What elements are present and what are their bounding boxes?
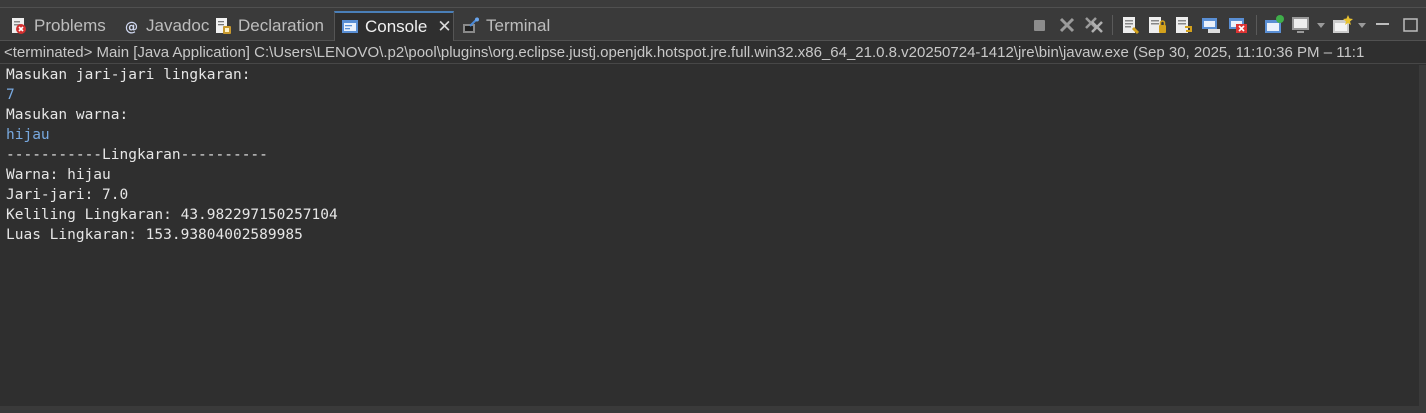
tab-problems[interactable]: Problems: [4, 11, 112, 41]
console-line: Keliling Lingkaran: 43.982297150257104: [6, 207, 338, 223]
remove-all-terminated-icon[interactable]: [1083, 14, 1105, 36]
declaration-icon: [214, 17, 232, 35]
toolbar-separator: [1112, 15, 1113, 35]
open-console-icon[interactable]: [1331, 14, 1353, 36]
window-top-edge: [0, 0, 1426, 8]
vertical-scrollbar[interactable]: [1419, 65, 1426, 406]
problems-icon: [10, 17, 28, 35]
close-tab-icon[interactable]: ✕: [437, 17, 451, 37]
console-icon: [341, 18, 359, 36]
tab-label: Declaration: [238, 16, 324, 35]
console-line: Masukan jari-jari lingkaran:: [6, 67, 251, 83]
console-input-line: 7: [6, 87, 15, 103]
console-status-line: <terminated> Main [Java Application] C:\…: [0, 41, 1426, 64]
chevron-down-icon[interactable]: [1317, 22, 1325, 28]
console-line: Warna: hijau: [6, 167, 111, 183]
tab-console[interactable]: Console ✕: [334, 11, 454, 41]
terminal-icon: [462, 17, 480, 35]
tab-terminal[interactable]: Terminal: [456, 11, 560, 41]
console-line: Masukan warna:: [6, 107, 129, 123]
console-output[interactable]: Masukan jari-jari lingkaran: 7 Masukan w…: [0, 65, 1419, 406]
toolbar-separator: [1256, 15, 1257, 35]
console-line: -----------Lingkaran----------: [6, 147, 268, 163]
console-line: Jari-jari: 7.0: [6, 187, 129, 203]
tab-label: Console: [365, 17, 428, 36]
console-line: Luas Lingkaran: 153.93804002589985: [6, 227, 303, 243]
tab-javadoc[interactable]: @ Javadoc: [116, 11, 210, 41]
word-wrap-icon[interactable]: [1173, 14, 1195, 36]
show-on-stderr-icon[interactable]: [1227, 14, 1249, 36]
scroll-lock-icon[interactable]: [1146, 14, 1168, 36]
tab-label: Terminal: [486, 16, 551, 35]
console-toolbar: [1029, 12, 1426, 38]
view-tab-bar: Problems @ Javadoc Declaration Console ✕…: [0, 8, 1426, 41]
javadoc-icon: @: [122, 17, 140, 35]
horizontal-scrollbar[interactable]: [0, 406, 1426, 413]
show-on-stdout-icon[interactable]: [1200, 14, 1222, 36]
clear-console-icon[interactable]: [1119, 14, 1141, 36]
tab-declaration[interactable]: Declaration: [208, 11, 332, 41]
pin-console-icon[interactable]: [1263, 14, 1285, 36]
tab-label: Problems: [34, 16, 106, 35]
chevron-down-icon[interactable]: [1358, 22, 1366, 28]
svg-text:@: @: [125, 20, 138, 35]
tab-label: Javadoc: [146, 16, 210, 35]
remove-launch-icon[interactable]: [1056, 14, 1078, 36]
terminate-icon[interactable]: [1029, 14, 1051, 36]
minimize-icon[interactable]: [1372, 14, 1394, 36]
display-console-icon[interactable]: [1290, 14, 1312, 36]
maximize-icon[interactable]: [1399, 14, 1421, 36]
console-input-line: hijau: [6, 127, 50, 143]
